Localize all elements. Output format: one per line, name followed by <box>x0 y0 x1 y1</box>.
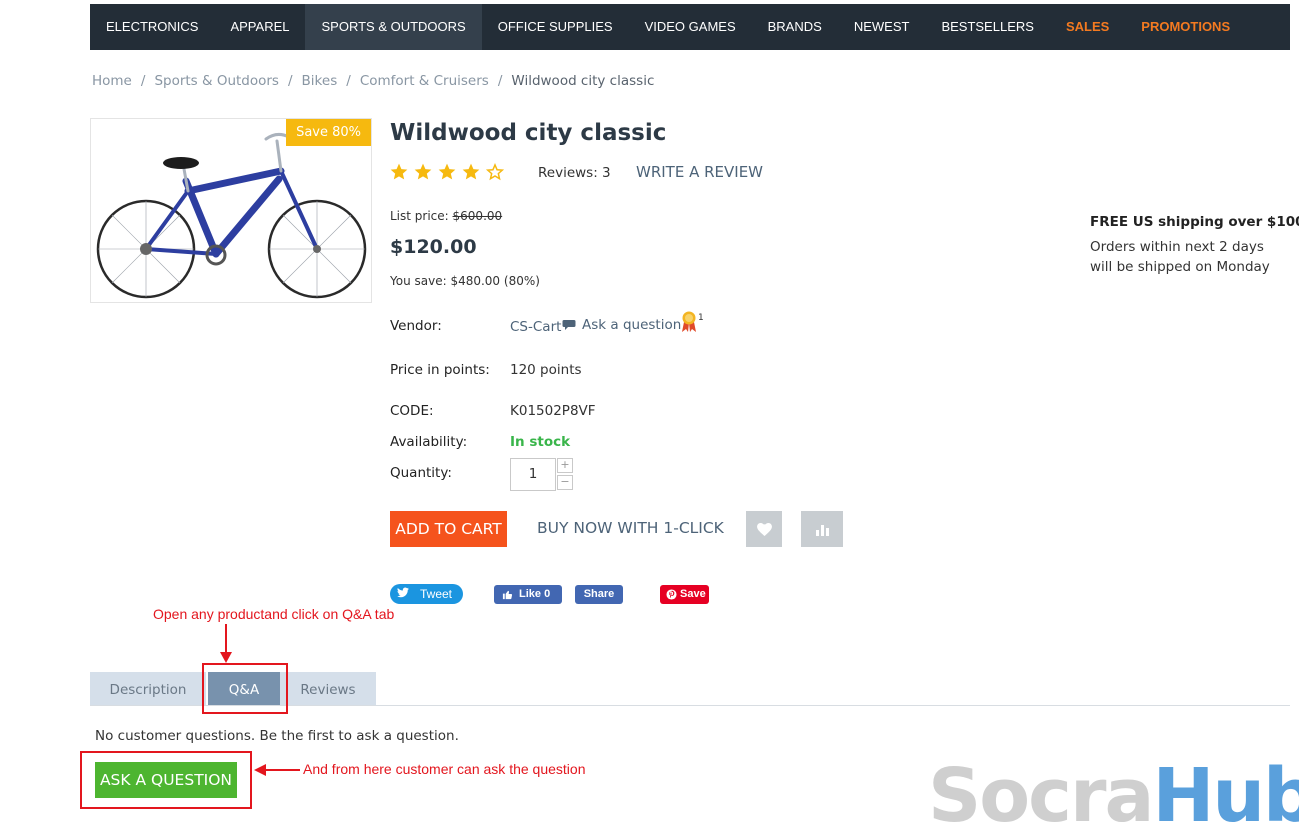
nav-item-office-supplies[interactable]: OFFICE SUPPLIES <box>482 4 629 50</box>
breadcrumb-separator: / <box>140 73 146 89</box>
qa-empty-message: No customer questions. Be the first to a… <box>95 728 459 744</box>
vendor-link[interactable]: CS-Cart <box>510 319 561 335</box>
twitter-bird-icon <box>397 587 409 598</box>
list-price: List price: $600.00 <box>390 209 502 223</box>
breadcrumb-bikes[interactable]: Bikes <box>302 73 338 89</box>
nav-item-video-games[interactable]: VIDEO GAMES <box>629 4 752 50</box>
award-count: 1 <box>698 313 704 323</box>
chat-bubble-icon <box>562 320 576 330</box>
breadcrumb-sports-outdoors[interactable]: Sports & Outdoors <box>154 73 279 89</box>
breadcrumb-separator: / <box>287 73 293 89</box>
nav-item-electronics[interactable]: ELECTRONICS <box>90 4 214 50</box>
annotation-arrow-left-icon <box>254 764 300 776</box>
nav-item-bestsellers[interactable]: BESTSELLERS <box>925 4 1050 50</box>
points-value: 120 points <box>510 362 582 378</box>
breadcrumb-comfort-cruisers[interactable]: Comfort & Cruisers <box>360 73 489 89</box>
buy-now-one-click-button[interactable]: BUY NOW WITH 1-CLICK <box>537 519 724 537</box>
annotation-arrow-down-icon <box>220 624 232 663</box>
annotation-open-qa-tab: Open any productand click on Q&A tab <box>153 606 395 622</box>
ask-question-link[interactable]: Ask a question <box>562 317 681 333</box>
star-empty-icon <box>485 163 505 181</box>
save-badge: Save 80% <box>286 119 371 146</box>
availability-label: Availability: <box>390 434 468 450</box>
facebook-share-button[interactable]: Share <box>575 585 623 604</box>
reviews-count[interactable]: Reviews: 3 <box>538 165 611 181</box>
tweet-button[interactable]: Tweet <box>390 584 463 604</box>
quantity-increase-button[interactable]: + <box>557 458 573 473</box>
facebook-like-button[interactable]: Like 0 <box>494 585 562 604</box>
top-navigation: ELECTRONICS APPAREL SPORTS & OUTDOORS OF… <box>90 4 1290 50</box>
you-save: You save: $480.00 (80%) <box>390 274 540 288</box>
annotation-highlight-qa-tab <box>202 663 288 714</box>
nav-item-sports-outdoors[interactable]: SPORTS & OUTDOORS <box>305 4 482 50</box>
nav-item-promotions[interactable]: PROMOTIONS <box>1125 4 1246 50</box>
tab-reviews[interactable]: Reviews <box>280 672 376 706</box>
star-filled-icon <box>390 163 408 180</box>
availability-value: In stock <box>510 434 571 450</box>
pinterest-save-button[interactable]: Save <box>660 585 709 604</box>
quantity-decrease-button[interactable]: − <box>557 475 573 490</box>
annotation-ask-question: And from here customer can ask the quest… <box>303 761 586 777</box>
product-image[interactable]: Save 80% <box>90 118 372 303</box>
add-to-cart-button[interactable]: ADD TO CART <box>390 511 507 547</box>
pinterest-icon <box>666 589 677 600</box>
wishlist-button[interactable] <box>746 511 782 547</box>
nav-item-sales[interactable]: SALES <box>1050 4 1125 50</box>
bicycle-image <box>96 132 367 299</box>
logo-part-hub: Hub <box>1152 753 1299 837</box>
list-price-value: $600.00 <box>452 209 503 223</box>
nav-item-apparel[interactable]: APPAREL <box>214 4 305 50</box>
thumbs-up-icon <box>502 590 513 600</box>
breadcrumb-separator: / <box>346 73 351 89</box>
product-price: $120.00 <box>390 236 477 258</box>
vendor-label: Vendor: <box>390 318 442 334</box>
code-label: CODE: <box>390 403 434 419</box>
shipping-title: FREE US shipping over $100! <box>1090 214 1299 230</box>
tweet-label: Tweet <box>420 587 453 601</box>
breadcrumb-separator: / <box>497 73 503 89</box>
socrahub-logo: SocraHub <box>928 756 1299 836</box>
star-filled-icon <box>438 163 456 180</box>
star-filled-icon <box>414 163 432 180</box>
logo-part-socra: Socra <box>928 753 1154 837</box>
ask-question-label: Ask a question <box>582 317 682 333</box>
shipping-text: Orders within next 2 days will be shippe… <box>1090 239 1270 275</box>
nav-item-brands[interactable]: BRANDS <box>752 4 838 50</box>
write-review-link[interactable]: WRITE A REVIEW <box>636 163 763 181</box>
product-title: Wildwood city classic <box>390 120 667 146</box>
star-filled-icon <box>462 163 480 180</box>
tab-description[interactable]: Description <box>90 672 206 706</box>
code-value: K01502P8VF <box>510 403 596 419</box>
vendor-value: CS-Cart <box>510 319 561 335</box>
award-ribbon-icon <box>682 311 696 332</box>
quantity-label: Quantity: <box>390 465 452 481</box>
pinterest-save-label: Save <box>680 588 706 600</box>
breadcrumb-home[interactable]: Home <box>92 73 132 89</box>
quantity-input[interactable]: 1 <box>510 458 556 491</box>
vendor-award: 1 <box>681 311 704 333</box>
rating-stars[interactable] <box>389 162 505 182</box>
annotation-highlight-ask-button <box>80 751 252 809</box>
breadcrumb-current: Wildwood city classic <box>511 73 655 89</box>
nav-item-newest[interactable]: NEWEST <box>838 4 926 50</box>
bar-chart-icon <box>815 524 829 536</box>
facebook-like-label: Like 0 <box>519 588 551 600</box>
compare-button[interactable] <box>801 511 843 547</box>
points-label: Price in points: <box>390 362 490 378</box>
list-price-label: List price: <box>390 209 449 223</box>
heart-icon <box>756 522 772 536</box>
breadcrumb: Home / Sports & Outdoors / Bikes / Comfort & C… <box>92 73 654 89</box>
